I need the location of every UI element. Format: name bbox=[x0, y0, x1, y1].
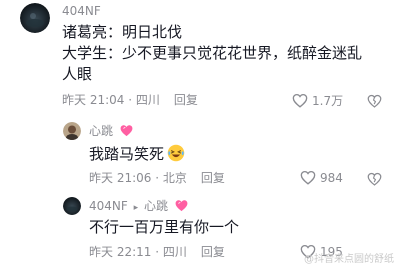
laughing-tears-emoji-icon bbox=[167, 144, 185, 162]
reply-2-meta: 昨天 22:11 · 四川 回复 bbox=[89, 244, 225, 260]
comment-thread: 404NF 诸葛亮：明日北伐 大学生：少不更事只觉花花世界，纸醉金迷乱 人眼 昨… bbox=[0, 0, 400, 268]
reply-1-username[interactable]: 心跳 bbox=[89, 124, 134, 138]
reply-2-reply-button[interactable]: 回复 bbox=[201, 245, 225, 259]
comment-time: 昨天 21:04 · 四川 bbox=[62, 93, 160, 107]
broken-heart-icon bbox=[367, 172, 382, 186]
watermark: @抖音来点圆的舒纸 bbox=[304, 254, 394, 265]
pink-heart-icon bbox=[120, 125, 133, 137]
comment-reply-button[interactable]: 回复 bbox=[174, 93, 198, 107]
comment-text-line-1: 诸葛亮：明日北伐 bbox=[62, 23, 183, 41]
reply-1-reply-button[interactable]: 回复 bbox=[201, 171, 225, 185]
comment-like-count: 1.7万 bbox=[312, 94, 344, 108]
reply-1-meta: 昨天 21:06 · 北京 回复 bbox=[89, 170, 225, 186]
reply-2-text: 不行一百万里有你一个 bbox=[89, 218, 240, 236]
user-avatar[interactable] bbox=[20, 3, 50, 33]
pink-heart-icon bbox=[175, 200, 188, 212]
dark-avatar-icon bbox=[20, 3, 50, 33]
like-heart-icon bbox=[292, 93, 308, 108]
comment-text-line-3: 人眼 bbox=[62, 65, 93, 83]
reply-1-time: 昨天 21:06 · 北京 bbox=[89, 171, 187, 185]
comment-meta: 昨天 21:04 · 四川 回复 bbox=[62, 92, 198, 108]
broken-heart-icon bbox=[367, 94, 382, 108]
comment-username[interactable]: 404NF bbox=[62, 4, 101, 18]
reply-1-avatar[interactable] bbox=[63, 122, 81, 140]
comment-text-line-2: 大学生：少不更事只觉花花世界，纸醉金迷乱 bbox=[62, 44, 363, 62]
dark-avatar-icon bbox=[63, 197, 81, 215]
comment-dislike-button[interactable] bbox=[367, 93, 382, 112]
comment-like-button[interactable]: 1.7万 bbox=[292, 92, 343, 109]
person-avatar-icon bbox=[63, 122, 81, 140]
reply-1-like-count: 984 bbox=[320, 170, 343, 185]
reply-2-username[interactable]: 404NF ▸ 心跳 bbox=[89, 199, 189, 215]
reply-2-time: 昨天 22:11 · 四川 bbox=[89, 245, 187, 259]
reply-1-dislike-button[interactable] bbox=[367, 171, 382, 190]
reply-arrow-icon: ▸ bbox=[133, 203, 139, 213]
like-heart-icon bbox=[300, 170, 316, 185]
reply-2-avatar[interactable] bbox=[63, 197, 81, 215]
reply-2-target-username[interactable]: 心跳 bbox=[144, 199, 168, 213]
reply-1-like-button[interactable]: 984 bbox=[300, 170, 343, 185]
reply-1-text: 我踏马笑死 bbox=[89, 144, 185, 164]
